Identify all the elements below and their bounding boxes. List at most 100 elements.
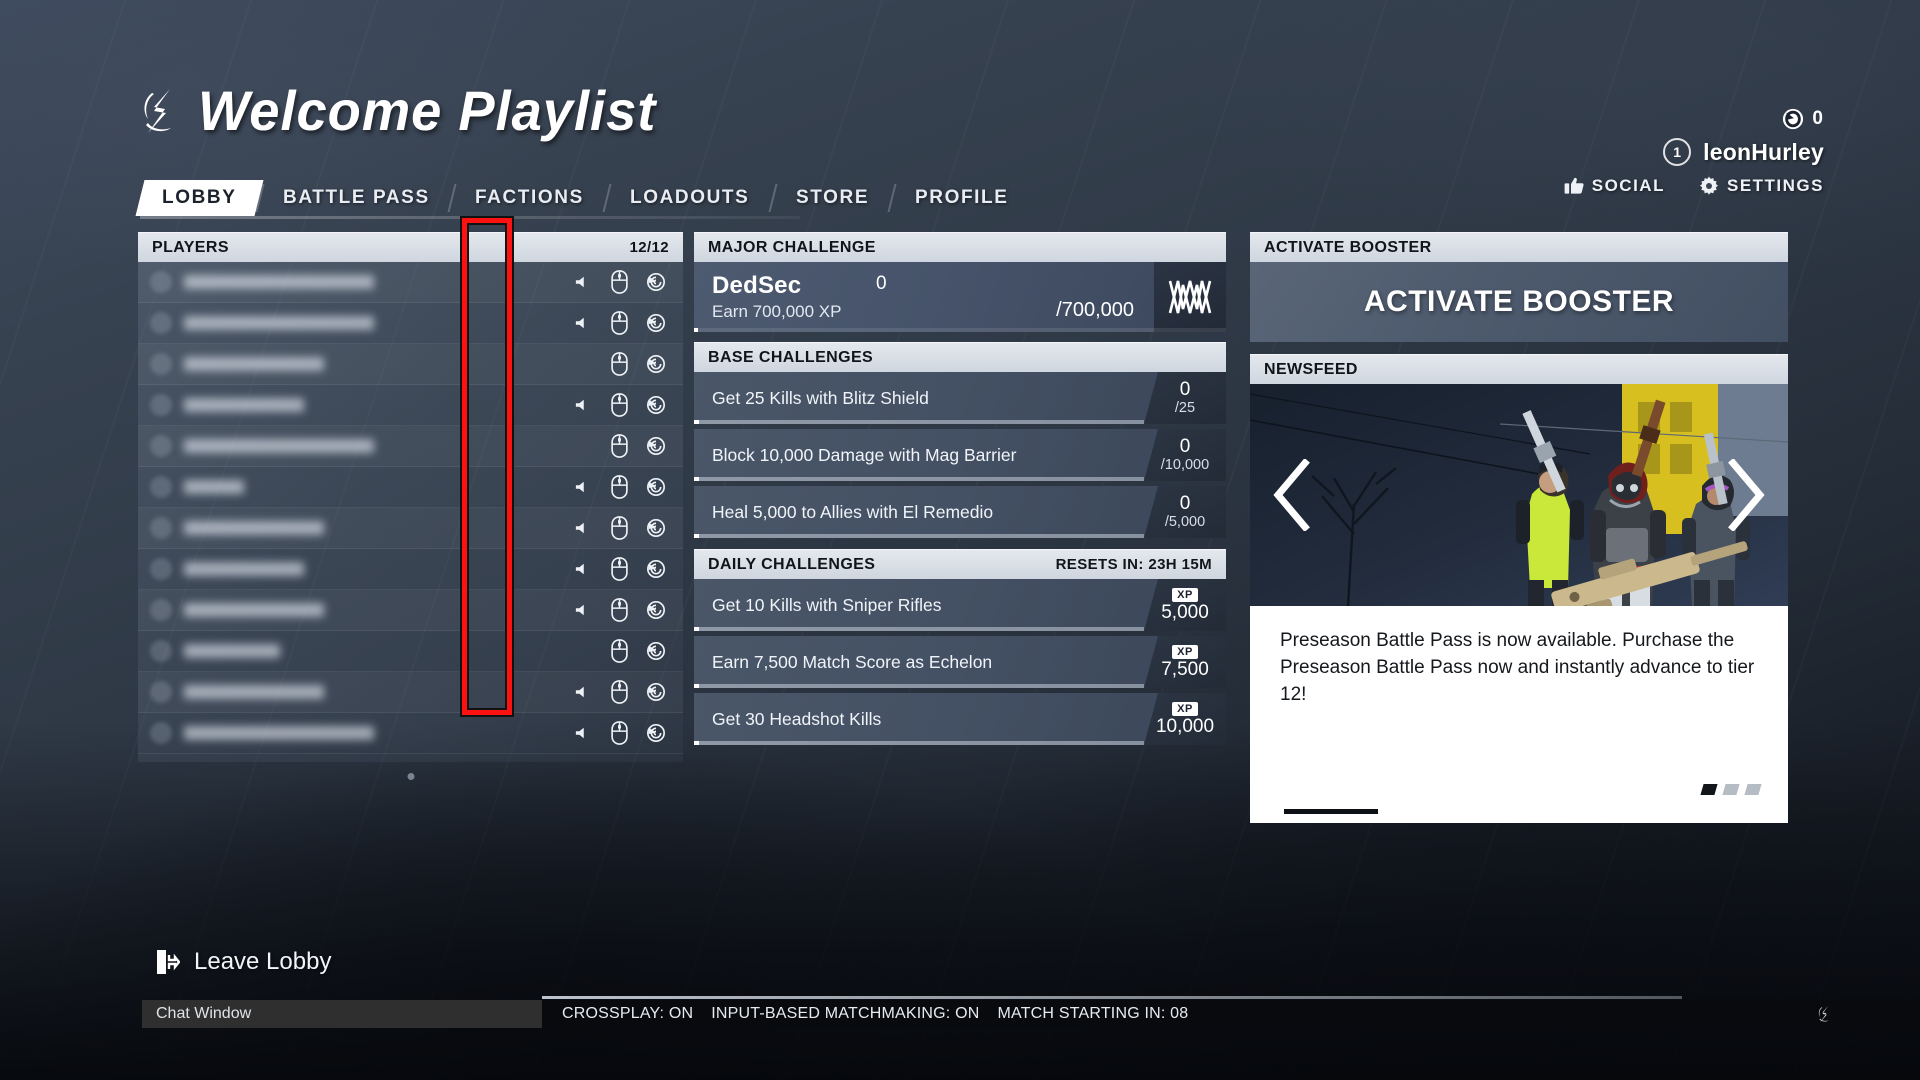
avatar: [150, 558, 172, 580]
platform-cell: [639, 518, 673, 538]
tab-factions[interactable]: FACTIONS: [449, 180, 611, 216]
mouse-icon[interactable]: [610, 516, 629, 540]
tab-lobby[interactable]: LOBBY: [135, 180, 263, 216]
account-row[interactable]: 1 leonHurley: [1564, 138, 1824, 166]
base-challenge-goal: /5,000: [1164, 513, 1206, 530]
player-row[interactable]: [138, 508, 683, 549]
tab-battle-pass[interactable]: BATTLE PASS: [256, 180, 456, 216]
newsfeed-banner[interactable]: [1250, 384, 1788, 606]
voice-status-cell[interactable]: [565, 398, 599, 412]
input-device-cell[interactable]: [599, 352, 639, 376]
exit-door-icon: [157, 950, 180, 974]
mouse-icon[interactable]: [610, 680, 629, 704]
input-device-cell[interactable]: [599, 434, 639, 458]
chat-window-label: Chat Window: [156, 1005, 252, 1022]
player-row[interactable]: [138, 590, 683, 631]
player-row-icons: [565, 352, 673, 376]
voice-status-cell[interactable]: [565, 562, 599, 576]
player-row-icons: [565, 639, 673, 663]
voice-status-cell[interactable]: [565, 480, 599, 494]
player-row-icons: [565, 270, 673, 294]
input-device-cell[interactable]: [599, 680, 639, 704]
input-device-cell[interactable]: [599, 516, 639, 540]
voice-status-cell[interactable]: [565, 316, 599, 330]
player-row[interactable]: [138, 303, 683, 344]
input-device-cell[interactable]: [599, 270, 639, 294]
input-device-cell[interactable]: [599, 721, 639, 745]
mouse-icon[interactable]: [610, 721, 629, 745]
ubisoft-icon: [646, 641, 666, 661]
base-challenge-item[interactable]: Get 25 Kills with Blitz Shield 0/25: [694, 372, 1226, 424]
input-device-cell[interactable]: [599, 311, 639, 335]
settings-button[interactable]: SETTINGS: [1699, 176, 1824, 196]
leave-lobby-label: Leave Lobby: [194, 948, 332, 975]
player-row[interactable]: [138, 713, 683, 754]
base-challenge-current: 0: [1179, 378, 1191, 400]
input-device-cell[interactable]: [599, 639, 639, 663]
activate-booster-button[interactable]: ACTIVATE BOOSTER: [1250, 262, 1788, 342]
mouse-icon[interactable]: [610, 352, 629, 376]
voice-status-cell[interactable]: [565, 685, 599, 699]
daily-challenge-item[interactable]: Get 10 Kills with Sniper Rifles XP 5,000: [694, 579, 1226, 631]
newsfeed-pagination[interactable]: [1250, 784, 1788, 809]
major-challenge-card[interactable]: DedSec Earn 700,000 XP 0 /700,000: [694, 262, 1226, 332]
mouse-icon[interactable]: [610, 475, 629, 499]
platform-cell: [639, 272, 673, 292]
voice-status-cell[interactable]: [565, 521, 599, 535]
input-device-cell[interactable]: [599, 393, 639, 417]
main-nav[interactable]: LOBBY BATTLE PASS FACTIONS LOADOUTS STOR…: [135, 180, 1030, 216]
daily-challenge-item[interactable]: Earn 7,500 Match Score as Echelon XP 7,500: [694, 636, 1226, 688]
base-challenge-item[interactable]: Heal 5,000 to Allies with El Remedio 0/5,…: [694, 486, 1226, 538]
chevron-right-icon[interactable]: [1726, 459, 1766, 531]
user-bar: 0 1 leonHurley SOCIAL SETTINGS: [1564, 108, 1824, 196]
daily-challenge-bar: [694, 627, 1144, 631]
mouse-icon[interactable]: [610, 598, 629, 622]
player-row[interactable]: [138, 672, 683, 713]
player-name: [184, 357, 324, 371]
mouse-icon[interactable]: [610, 434, 629, 458]
voice-status-cell[interactable]: [565, 726, 599, 740]
player-row[interactable]: [138, 549, 683, 590]
mouse-icon[interactable]: [610, 311, 629, 335]
daily-challenge-bar: [694, 684, 1144, 688]
newsfeed-dot[interactable]: [1744, 784, 1762, 795]
mouse-icon[interactable]: [610, 557, 629, 581]
mouse-icon[interactable]: [610, 270, 629, 294]
player-row[interactable]: [138, 344, 683, 385]
leave-lobby-button[interactable]: Leave Lobby: [156, 948, 331, 976]
player-row[interactable]: [138, 426, 683, 467]
avatar: [150, 435, 172, 457]
chevron-left-icon[interactable]: [1272, 459, 1312, 531]
mouse-icon[interactable]: [610, 639, 629, 663]
tab-store[interactable]: STORE: [769, 180, 895, 216]
mouse-icon[interactable]: [610, 393, 629, 417]
players-list[interactable]: [138, 262, 683, 762]
daily-challenge-item[interactable]: Get 30 Headshot Kills XP 10,000: [694, 693, 1226, 745]
daily-challenge-text: Get 10 Kills with Sniper Rifles: [712, 594, 942, 615]
newsfeed-dot[interactable]: [1700, 784, 1718, 795]
avatar: [150, 681, 172, 703]
input-device-cell[interactable]: [599, 557, 639, 581]
tab-profile[interactable]: PROFILE: [888, 180, 1035, 216]
currency-display[interactable]: 0: [1564, 108, 1824, 130]
social-button[interactable]: SOCIAL: [1564, 176, 1665, 196]
activate-booster-label: ACTIVATE BOOSTER: [1363, 285, 1675, 318]
input-device-cell[interactable]: [599, 475, 639, 499]
player-row-icons: [565, 475, 673, 499]
player-row[interactable]: [138, 385, 683, 426]
ubisoft-icon: [646, 600, 666, 620]
player-row[interactable]: [138, 467, 683, 508]
voice-status-cell[interactable]: [565, 275, 599, 289]
input-device-cell[interactable]: [599, 598, 639, 622]
speaker-icon: [575, 604, 584, 616]
tab-loadouts[interactable]: LOADOUTS: [604, 180, 776, 216]
player-row[interactable]: [138, 631, 683, 672]
player-row[interactable]: [138, 262, 683, 303]
newsfeed-dot[interactable]: [1722, 784, 1740, 795]
player-row-icons: [565, 311, 673, 335]
voice-status-cell[interactable]: [565, 603, 599, 617]
chat-window[interactable]: Chat Window: [142, 1000, 542, 1028]
platform-cell: [639, 354, 673, 374]
challenges-column: MAJOR CHALLENGE DedSec Earn 700,000 XP 0…: [694, 232, 1226, 750]
base-challenge-item[interactable]: Block 10,000 Damage with Mag Barrier 0/10…: [694, 429, 1226, 481]
